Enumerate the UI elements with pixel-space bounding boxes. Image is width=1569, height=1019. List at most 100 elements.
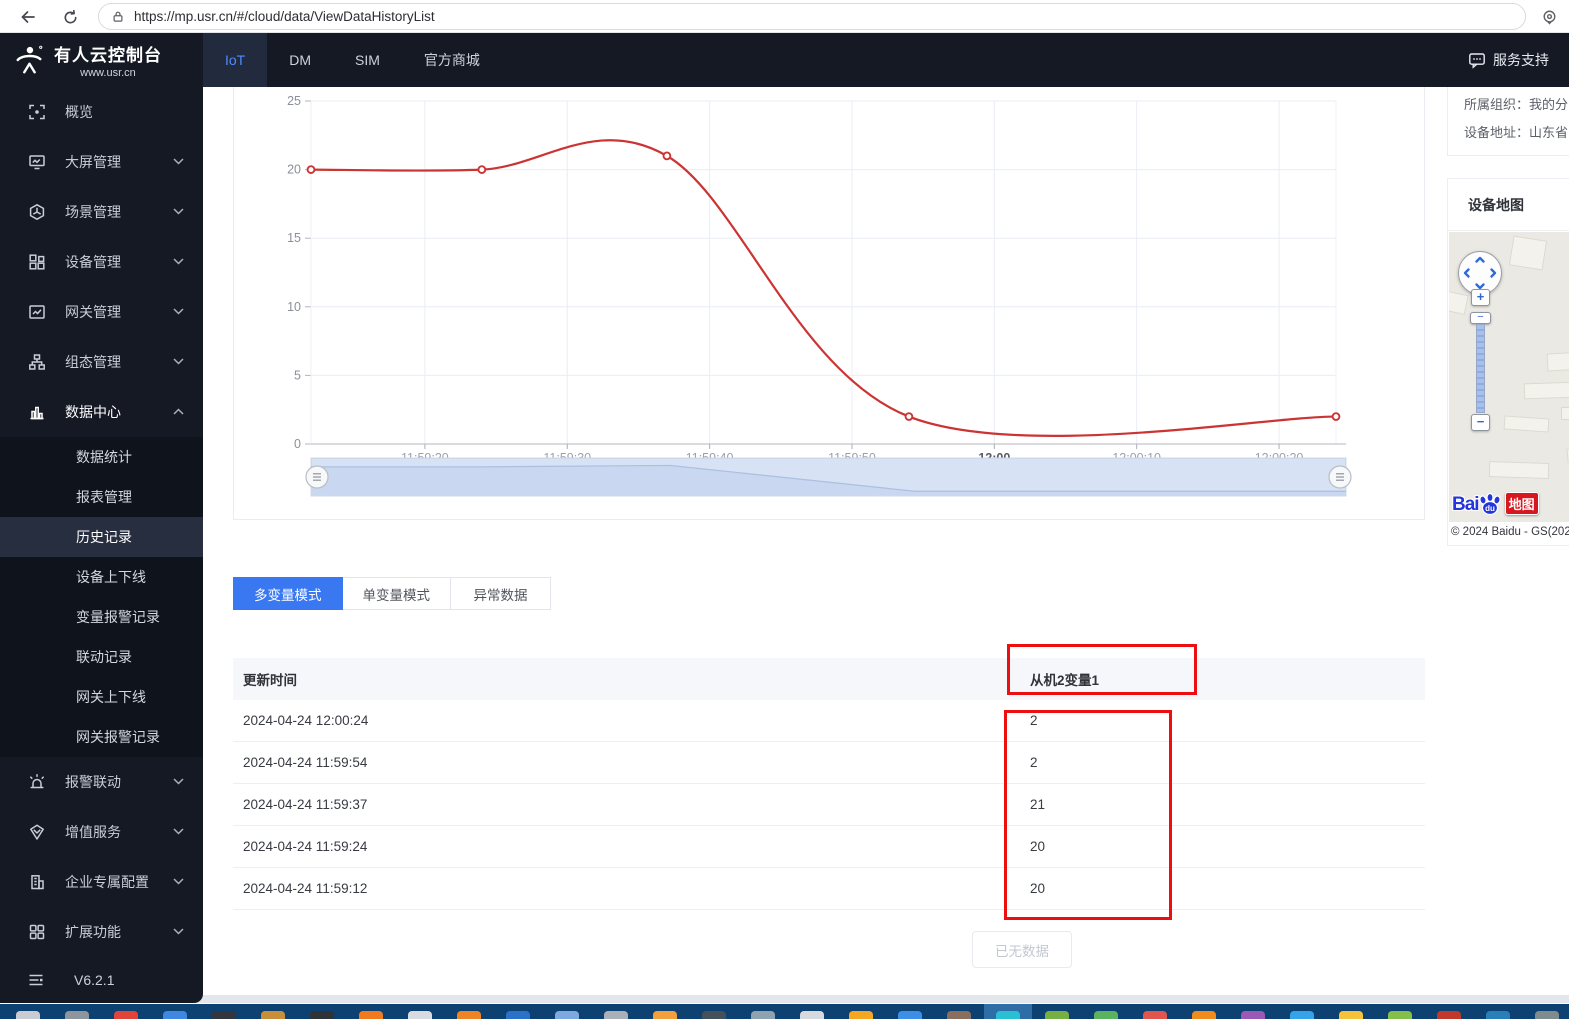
taskbar-app-icon[interactable] xyxy=(261,1011,285,1019)
sidebar-item-extensions[interactable]: 扩展功能 xyxy=(0,907,203,957)
cell-variable-value: 20 xyxy=(1030,881,1046,896)
baidu-map-canvas[interactable]: + − − Bai du 地图 xyxy=(1449,232,1569,522)
scene-cube-icon xyxy=(28,203,46,221)
browser-refresh-icon[interactable] xyxy=(57,4,83,30)
sidebar-item-linkage-records[interactable]: 联动记录 xyxy=(0,637,203,677)
taskbar-app-icon[interactable] xyxy=(163,1011,187,1019)
chevron-down-icon xyxy=(173,928,184,935)
taskbar-app-icon[interactable] xyxy=(996,1011,1020,1019)
baidu-logo-text: Bai xyxy=(1452,494,1480,515)
brand[interactable]: 有人云控制台 www.usr.cn xyxy=(0,33,203,87)
sidebar-item-value-added-services[interactable]: 增值服务 xyxy=(0,807,203,857)
taskbar-app-icon[interactable] xyxy=(1094,1011,1118,1019)
window-bottom-strip xyxy=(0,995,1569,1003)
navbar-tab-sim[interactable]: SIM xyxy=(333,33,402,87)
tab-single-variable[interactable]: 单变量模式 xyxy=(342,577,451,610)
taskbar-app-icon[interactable] xyxy=(1339,1011,1363,1019)
taskbar-app-icon[interactable] xyxy=(702,1011,726,1019)
taskbar-app-icon[interactable] xyxy=(555,1011,579,1019)
no-more-data-button[interactable]: 已无数据 xyxy=(972,931,1072,968)
map-zoom-slider-track[interactable] xyxy=(1476,324,1485,413)
history-data-table: 更新时间 从机2变量1 2024-04-24 12:00:24 2 2024-04-… xyxy=(233,658,1425,910)
sidebar-item-report-mgmt[interactable]: 报表管理 xyxy=(0,477,203,517)
taskbar-app-icon[interactable] xyxy=(898,1011,922,1019)
service-support[interactable]: 服务支持 xyxy=(1468,33,1569,87)
history-line-chart[interactable]: 051015202511:59:2011:59:3011:59:4011:59:… xyxy=(234,79,1424,519)
map-zoom-out-button[interactable]: − xyxy=(1471,414,1490,431)
taskbar-app-icon[interactable] xyxy=(506,1011,530,1019)
building-icon xyxy=(28,873,46,891)
taskbar-app-icon[interactable] xyxy=(1290,1011,1314,1019)
lock-icon xyxy=(111,9,125,24)
sidebar-item-label: 数据中心 xyxy=(65,404,121,420)
sidebar-item-alarm-linkage[interactable]: 报警联动 xyxy=(0,757,203,807)
pan-down-icon xyxy=(1475,283,1485,290)
sidebar-item-scada-mgmt[interactable]: 组态管理 xyxy=(0,337,203,387)
taskbar-app-icon[interactable] xyxy=(310,1011,334,1019)
column-header-variable: 从机2变量1 xyxy=(1030,673,1100,688)
sidebar-item-enterprise-config[interactable]: 企业专属配置 xyxy=(0,857,203,907)
sidebar-item-label: 网关管理 xyxy=(65,304,121,320)
taskbar-app-icon[interactable] xyxy=(653,1011,677,1019)
sidebar-item-variable-alarm[interactable]: 变量报警记录 xyxy=(0,597,203,637)
baidu-logo: Bai du 地图 xyxy=(1452,492,1539,516)
browser-back-icon[interactable] xyxy=(15,4,41,30)
navbar-tab-mall[interactable]: 官方商城 xyxy=(402,33,502,87)
tab-abnormal-data[interactable]: 异常数据 xyxy=(451,577,551,610)
tab-multi-variable[interactable]: 多变量模式 xyxy=(233,577,343,610)
taskbar-app-icon[interactable] xyxy=(359,1011,383,1019)
taskbar-app-icon[interactable] xyxy=(604,1011,628,1019)
svg-text:5: 5 xyxy=(294,368,301,382)
navbar-tab-dm[interactable]: DM xyxy=(267,33,333,87)
taskbar-app-icon[interactable] xyxy=(1241,1011,1265,1019)
taskbar-app-icon[interactable] xyxy=(1535,1011,1559,1019)
taskbar-app-icon[interactable] xyxy=(16,1011,40,1019)
sidebar-item-data-center[interactable]: 数据中心 xyxy=(0,387,203,437)
cell-variable-value: 20 xyxy=(1030,839,1046,854)
sidebar-item-gateway-mgmt[interactable]: 网关管理 xyxy=(0,287,203,337)
taskbar-app-icon[interactable] xyxy=(1192,1011,1216,1019)
browser-address-bar[interactable]: https://mp.usr.cn/#/cloud/data/ViewDataH… xyxy=(98,3,1526,30)
sidebar-item-screen-mgmt[interactable]: 大屏管理 xyxy=(0,137,203,187)
taskbar-app-icon[interactable] xyxy=(114,1011,138,1019)
taskbar-app-icon[interactable] xyxy=(751,1011,775,1019)
version-label: V6.2.1 xyxy=(74,972,115,988)
map-zoom-slider-thumb[interactable]: − xyxy=(1470,312,1491,324)
scada-flow-icon xyxy=(28,353,46,371)
sidebar-item-overview[interactable]: 概览 xyxy=(0,87,203,137)
taskbar-app-icon[interactable] xyxy=(1437,1011,1461,1019)
sidebar-item-label: 扩展功能 xyxy=(65,924,121,940)
pan-left-icon xyxy=(1463,268,1470,278)
sidebar-item-label: 报警联动 xyxy=(65,774,121,790)
taskbar-app-icon[interactable] xyxy=(1486,1011,1510,1019)
sidebar-item-gateway-onoffline[interactable]: 网关上下线 xyxy=(0,677,203,717)
taskbar-app-icon[interactable] xyxy=(947,1011,971,1019)
sidebar-item-gateway-alarm[interactable]: 网关报警记录 xyxy=(0,717,203,757)
table-row: 2024-04-24 11:59:54 2 xyxy=(233,742,1425,784)
sidebar-item-device-onoffline[interactable]: 设备上下线 xyxy=(0,557,203,597)
taskbar-app-icon[interactable] xyxy=(457,1011,481,1019)
device-info-card: 所属组织：我的分 设备地址：山东省 xyxy=(1447,85,1569,156)
taskbar-app-icon[interactable] xyxy=(1045,1011,1069,1019)
page: https://mp.usr.cn/#/cloud/data/ViewDataH… xyxy=(0,0,1569,1019)
chevron-down-icon xyxy=(173,878,184,885)
taskbar-app-icon[interactable] xyxy=(212,1011,236,1019)
chevron-down-icon xyxy=(173,358,184,365)
navbar-tab-iot[interactable]: IoT xyxy=(203,33,268,87)
taskbar-app-icon[interactable] xyxy=(408,1011,432,1019)
map-zoom-in-button[interactable]: + xyxy=(1471,289,1490,306)
sidebar-item-data-statistics[interactable]: 数据统计 xyxy=(0,437,203,477)
taskbar-app-icon[interactable] xyxy=(1388,1011,1412,1019)
org-value: 我的分 xyxy=(1529,97,1569,112)
org-label: 所属组织： xyxy=(1464,97,1530,112)
taskbar-app-icon[interactable] xyxy=(65,1011,89,1019)
taskbar-app-icon[interactable] xyxy=(800,1011,824,1019)
taskbar-app-icon[interactable] xyxy=(849,1011,873,1019)
browser-action-icon[interactable] xyxy=(1536,4,1562,30)
sidebar-item-device-mgmt[interactable]: 设备管理 xyxy=(0,237,203,287)
overview-icon xyxy=(28,103,46,121)
sidebar-item-scene-mgmt[interactable]: 场景管理 xyxy=(0,187,203,237)
table-row: 2024-04-24 11:59:24 20 xyxy=(233,826,1425,868)
sidebar-item-history-records[interactable]: 历史记录 xyxy=(0,517,203,557)
taskbar-app-icon[interactable] xyxy=(1143,1011,1167,1019)
